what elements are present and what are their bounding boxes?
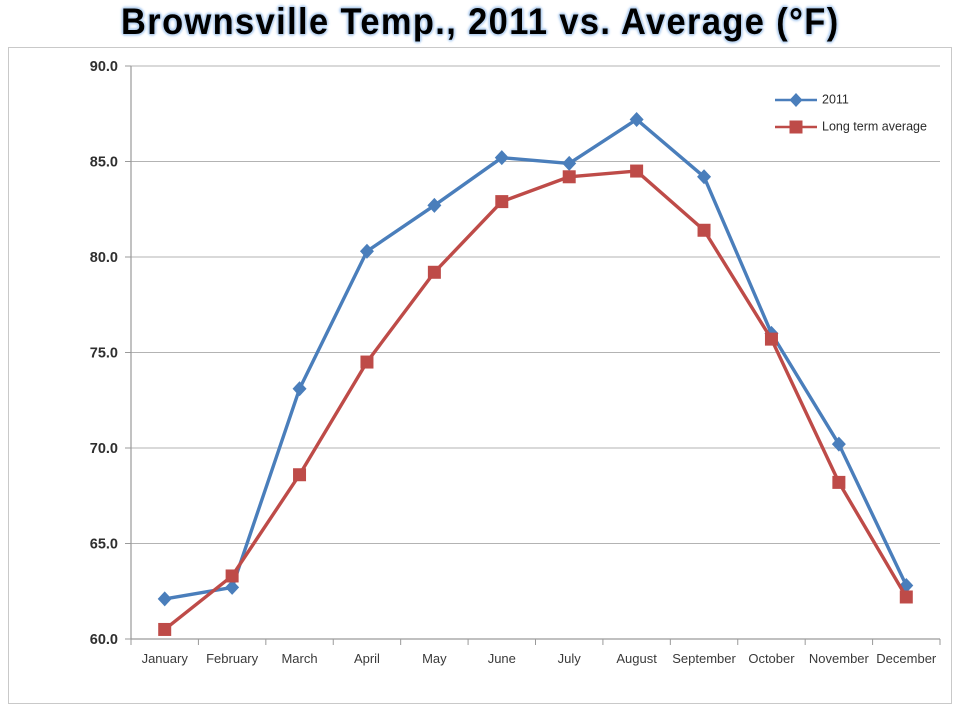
series-current-year: [157, 111, 914, 607]
x-axis-tick-label: July: [558, 651, 582, 666]
y-axis-labels: 60.0 65.0 70.0 75.0 80.0 85.0 90.0: [90, 59, 118, 648]
y-axis-tick-label: 60.0: [90, 632, 118, 648]
data-point-marker: [764, 332, 778, 346]
data-point-marker: [562, 170, 576, 184]
series-long-term-average: [158, 164, 913, 636]
x-axis-labels: January February March April May June July Augu…: [142, 651, 937, 666]
x-axis-tick-label: January: [142, 651, 189, 666]
chart-legend: 2011 Long term average: [775, 92, 927, 134]
legend-label: Long term average: [822, 119, 927, 133]
x-axis-tick-label: June: [488, 651, 516, 666]
x-axis-tick-label: October: [748, 651, 795, 666]
chart-container: 60.0 65.0 70.0 75.0 80.0 85.0 90.0 January Febr…: [8, 47, 952, 704]
x-axis-tick-label: March: [281, 651, 317, 666]
series-line: [163, 117, 908, 601]
axis-ticks: [130, 66, 941, 645]
x-axis-tick-label: December: [876, 651, 937, 666]
page-title: Brownsville Temp., 2011 vs. Average (°F): [120, 1, 840, 42]
chart-title-bar: Brownsville Temp., 2011 vs. Average (°F): [0, 0, 960, 44]
x-axis-tick-label: August: [616, 651, 657, 666]
data-point-marker: [292, 381, 307, 397]
plot-area: 60.0 65.0 70.0 75.0 80.0 85.0 90.0 January Febr…: [9, 48, 953, 705]
data-point-marker: [630, 164, 644, 178]
data-point-marker: [832, 475, 846, 489]
legend-marker: [789, 93, 803, 107]
x-axis-tick-label: September: [672, 651, 736, 666]
y-axis-tick-label: 65.0: [90, 537, 118, 553]
data-point-marker: [157, 591, 172, 607]
data-series: [157, 111, 914, 636]
x-axis-tick-label: November: [809, 651, 870, 666]
data-point-marker: [427, 265, 441, 279]
y-axis-tick-label: 70.0: [90, 441, 118, 457]
legend-label: 2011: [822, 92, 849, 106]
data-point-marker: [562, 155, 577, 171]
series-line: [163, 169, 908, 632]
legend-marker: [789, 120, 803, 134]
data-point-marker: [495, 195, 509, 209]
x-axis-tick-label: April: [354, 651, 380, 666]
data-point-marker: [697, 223, 711, 237]
y-axis-tick-label: 90.0: [90, 59, 118, 75]
x-axis-tick-label: May: [422, 651, 447, 666]
y-axis-tick-label: 85.0: [90, 155, 118, 171]
y-axis-tick-label: 75.0: [90, 346, 118, 362]
line-chart: 60.0 65.0 70.0 75.0 80.0 85.0 90.0 January Febr…: [90, 59, 941, 666]
data-point-marker: [899, 590, 913, 604]
data-point-marker: [293, 468, 307, 482]
x-axis-tick-label: February: [206, 651, 259, 666]
data-point-marker: [158, 622, 172, 636]
data-point-marker: [225, 569, 239, 583]
data-point-marker: [360, 355, 374, 369]
y-axis-tick-label: 80.0: [90, 250, 118, 266]
